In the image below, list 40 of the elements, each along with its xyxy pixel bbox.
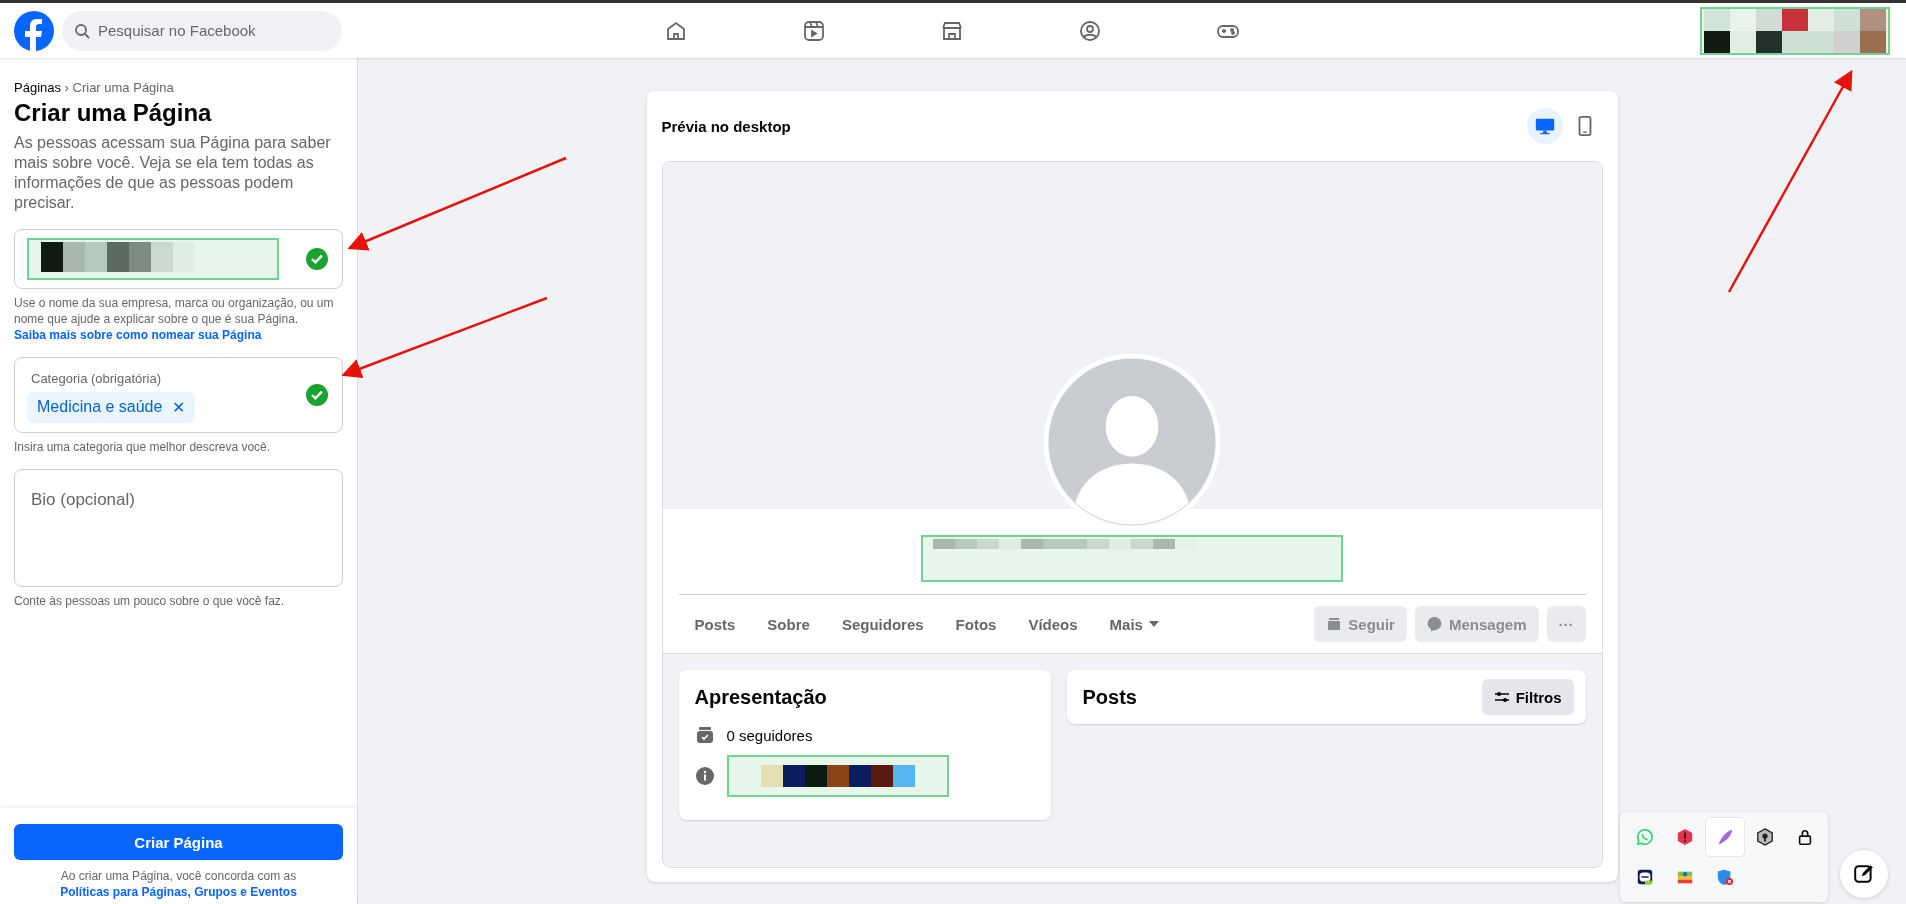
create-page-button[interactable]: Criar Página	[14, 824, 343, 860]
profile-tab[interactable]: Mais	[1109, 615, 1159, 633]
page-title: Criar uma Página	[14, 99, 213, 127]
compose-button[interactable]	[1840, 850, 1888, 898]
followers-icon	[694, 725, 715, 745]
helper-text: Conte às pessoas um pouco sobre o que você faz.	[14, 593, 286, 609]
field-label: Categoria (obrigatória)	[30, 371, 163, 386]
messenger-icon	[1426, 616, 1443, 632]
filters-button[interactable]: Filtros	[1481, 679, 1574, 715]
followers-count: 0 seguidores	[726, 726, 813, 744]
profile-tab[interactable]: Fotos	[955, 615, 997, 633]
category-field[interactable]: Categoria (obrigatória) Medicina e saúde ✕	[14, 357, 343, 433]
search-icon	[74, 22, 90, 39]
description: As pessoas acessam sua Página para saber mais sobre você. Veja se ela tem todas as informações de que as pessoas podem precisar.	[14, 133, 332, 213]
facebook-logo[interactable]	[14, 10, 54, 51]
helper-text: Insira uma categoria que melhor descreva você.	[14, 439, 272, 455]
preview-title: Prévia no desktop	[661, 117, 791, 135]
profile-tab[interactable]: Sobre	[767, 615, 810, 633]
profile-tab[interactable]: Posts	[694, 615, 736, 633]
sliders-icon	[1493, 689, 1510, 705]
page-name-field[interactable]	[14, 229, 343, 289]
profile-tab[interactable]: Seguidores	[841, 615, 924, 633]
help-link[interactable]: Saiba mais sobre como nomear sua Página	[14, 328, 262, 342]
bio-field[interactable]: Bio (opcional)	[14, 469, 343, 587]
terms-text: Ao criar uma Página, você concorda com as Políticas para Páginas, Grupos e Eventos	[59, 868, 298, 900]
feather-icon[interactable]	[1706, 818, 1744, 856]
breadcrumb: Páginas › Criar uma Página	[14, 80, 175, 95]
category-chip[interactable]: Medicina e saúde ✕	[27, 392, 196, 423]
video-nav-icon[interactable]	[802, 18, 826, 43]
desktop-toggle[interactable]	[1526, 108, 1563, 144]
search-field[interactable]: Pesquisar no Facebook	[62, 10, 342, 51]
policy-link[interactable]: Políticas para Páginas, Grupos e Eventos	[60, 885, 297, 899]
info-icon	[694, 766, 715, 786]
profile-tab[interactable]: Vídeos	[1028, 615, 1078, 633]
card-title: Posts	[1082, 685, 1137, 709]
helper-text: Use o nome da sua empresa, marca ou organização, ou um nome que ajude a explicar sobre o que é sua Página. Saiba mais sobre como nomear sua Página	[14, 295, 335, 343]
card-title: Apresentação	[694, 686, 828, 709]
follow-icon	[1326, 616, 1343, 632]
edit-icon	[1853, 863, 1875, 885]
groups-nav-icon[interactable]	[1078, 18, 1102, 43]
